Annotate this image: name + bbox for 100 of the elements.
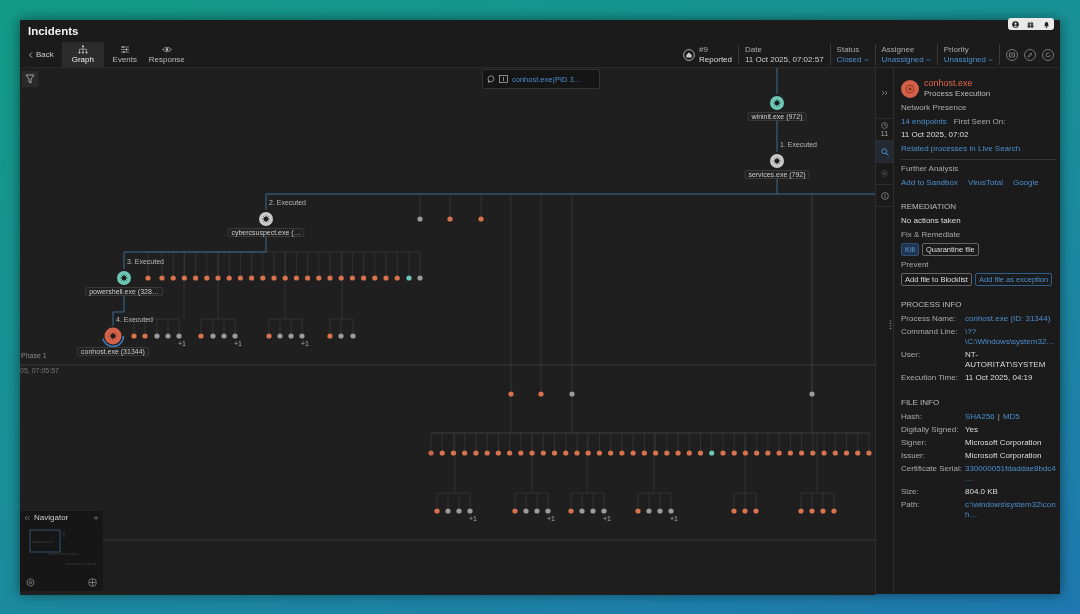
event-dot[interactable] — [720, 450, 726, 456]
event-dot[interactable] — [434, 508, 440, 514]
event-dot[interactable] — [742, 450, 749, 456]
event-dot[interactable] — [316, 275, 322, 281]
event-dot[interactable] — [338, 275, 344, 281]
event-dot[interactable] — [473, 450, 479, 456]
event-dot[interactable] — [512, 508, 518, 514]
event-dot[interactable] — [810, 450, 816, 456]
event-dot[interactable] — [635, 508, 641, 514]
event-dot[interactable] — [765, 450, 771, 456]
event-dot[interactable] — [641, 450, 647, 456]
event-dot[interactable] — [428, 450, 434, 456]
event-dot[interactable] — [181, 275, 187, 281]
event-dot[interactable] — [260, 275, 266, 281]
event-dot[interactable] — [538, 391, 544, 397]
live-search-link[interactable]: Related processes in Live Search — [901, 144, 1021, 153]
field-dropdown[interactable]: Unassigned — [881, 54, 931, 65]
event-dot[interactable] — [394, 275, 400, 281]
event-dot[interactable] — [249, 275, 255, 281]
event-dot[interactable] — [809, 508, 815, 514]
event-dot[interactable] — [540, 450, 546, 456]
event-dot[interactable] — [406, 275, 412, 281]
event-dot[interactable] — [495, 450, 501, 456]
event-dot[interactable] — [350, 333, 356, 339]
event-dot[interactable] — [327, 333, 333, 339]
event-dot[interactable] — [266, 333, 272, 339]
event-dot[interactable] — [787, 450, 793, 456]
event-dot[interactable] — [731, 508, 737, 514]
event-dot[interactable] — [462, 450, 468, 456]
event-dot[interactable] — [338, 333, 344, 339]
event-dot[interactable] — [754, 450, 760, 456]
event-dot[interactable] — [619, 450, 625, 456]
event-dot[interactable] — [523, 508, 529, 514]
event-dot[interactable] — [551, 450, 558, 456]
field-dropdown[interactable]: Closed — [836, 54, 869, 65]
move-icon[interactable] — [88, 578, 97, 587]
event-dot[interactable] — [574, 450, 580, 456]
event-dot[interactable] — [545, 508, 551, 514]
event-dot[interactable] — [820, 508, 826, 514]
analysis-link[interactable]: Google — [1012, 178, 1039, 188]
event-dot[interactable] — [237, 275, 243, 281]
event-dot[interactable] — [731, 450, 737, 456]
event-dot[interactable] — [508, 391, 514, 397]
process-node[interactable] — [117, 271, 131, 285]
event-dot[interactable] — [165, 333, 171, 339]
event-dot[interactable] — [563, 450, 569, 456]
event-dot[interactable] — [142, 333, 148, 339]
event-dot[interactable] — [668, 508, 674, 514]
event-dot[interactable] — [417, 275, 423, 281]
event-dot[interactable] — [271, 275, 277, 281]
event-dot[interactable] — [855, 450, 861, 456]
event-dot[interactable] — [226, 275, 232, 281]
event-dot[interactable] — [383, 275, 389, 281]
event-dot[interactable] — [221, 333, 227, 339]
event-dot[interactable] — [145, 275, 151, 281]
event-dot[interactable] — [288, 333, 294, 339]
event-dot[interactable] — [372, 275, 378, 281]
event-dot[interactable] — [664, 450, 670, 456]
info-link[interactable]: c:\windows\system32\conh… — [965, 500, 1056, 520]
chat-icon[interactable] — [487, 75, 495, 83]
event-dot[interactable] — [697, 450, 704, 456]
event-dot[interactable] — [478, 216, 484, 222]
event-dot[interactable] — [210, 333, 216, 339]
view-tab[interactable]: Response — [145, 42, 188, 67]
event-dot[interactable] — [630, 450, 636, 456]
event-dot[interactable] — [170, 275, 176, 281]
event-dot[interactable] — [282, 275, 288, 281]
event-dot[interactable] — [518, 450, 524, 456]
event-dot[interactable] — [439, 450, 445, 456]
event-dot[interactable] — [445, 508, 451, 514]
event-dot[interactable] — [809, 391, 815, 397]
analysis-link[interactable]: VirusTotal — [967, 178, 1003, 188]
event-dot[interactable] — [467, 508, 473, 514]
event-dot[interactable] — [832, 450, 838, 456]
event-dot[interactable] — [798, 508, 804, 514]
event-dot[interactable] — [799, 450, 805, 456]
event-dot[interactable] — [204, 275, 210, 281]
event-dot[interactable] — [484, 450, 490, 456]
event-dot[interactable] — [776, 450, 782, 456]
event-dot[interactable] — [154, 333, 160, 339]
event-dot[interactable] — [585, 450, 591, 456]
process-node[interactable] — [259, 212, 273, 226]
event-dot[interactable] — [215, 275, 221, 281]
gift-icon[interactable] — [1027, 20, 1035, 28]
filter-button[interactable] — [22, 71, 38, 87]
info-link[interactable]: \??\C:\Windows\system32… — [965, 327, 1056, 347]
event-dot[interactable] — [686, 450, 692, 456]
event-dot[interactable] — [601, 508, 607, 514]
bell-icon[interactable] — [1042, 20, 1050, 28]
collapse-icon[interactable] — [24, 514, 30, 521]
event-dot[interactable] — [450, 450, 457, 456]
event-dot[interactable] — [529, 450, 535, 456]
event-dot[interactable] — [653, 450, 659, 456]
info-link[interactable]: 330000051fdaddae8bdc4… — [965, 464, 1056, 484]
event-dot[interactable] — [843, 450, 850, 456]
info-link[interactable]: conhost.exe (ID: 31344) — [965, 314, 1056, 324]
settings-icon[interactable] — [26, 578, 35, 587]
event-dot[interactable] — [646, 508, 652, 514]
event-dot[interactable] — [579, 508, 585, 514]
event-dot[interactable] — [608, 450, 614, 456]
